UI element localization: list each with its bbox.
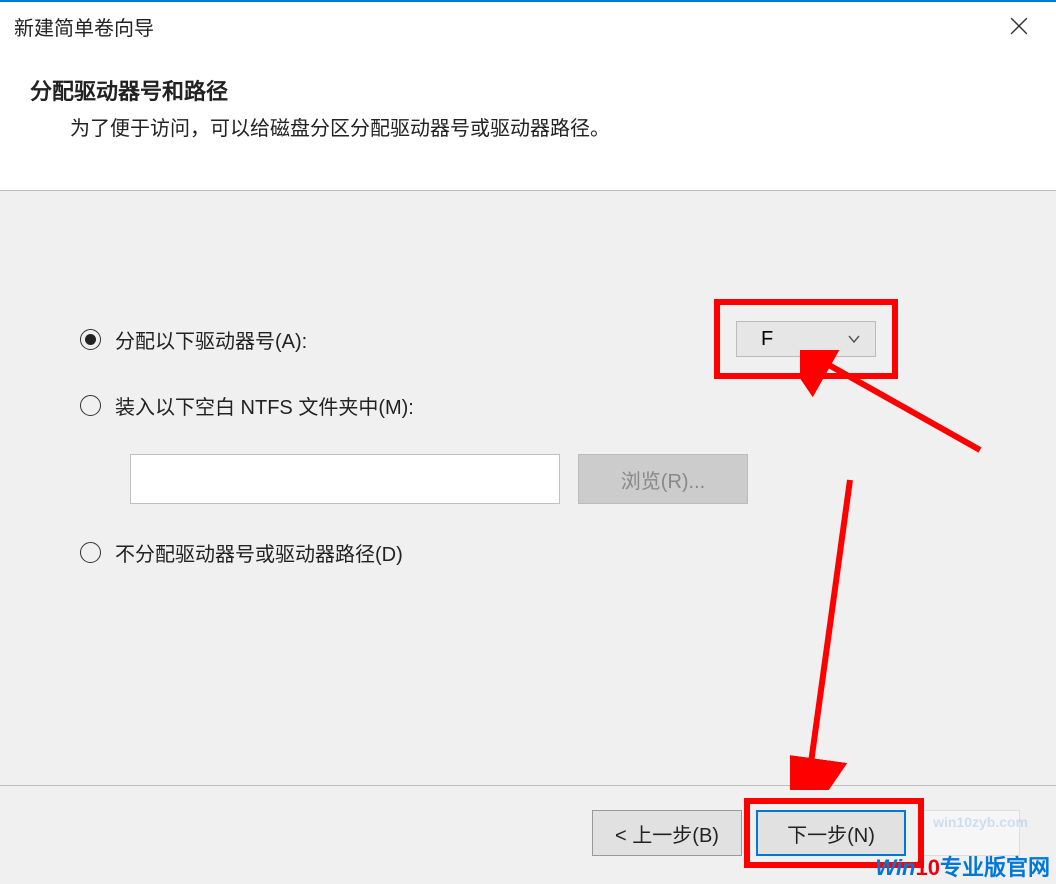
browse-button: 浏览(R)... bbox=[578, 454, 748, 504]
page-subtitle: 为了便于访问，可以给磁盘分区分配驱动器号或驱动器路径。 bbox=[70, 112, 1026, 141]
page-title: 分配驱动器号和路径 bbox=[30, 74, 1026, 106]
content-area: 分配以下驱动器号(A): F 装入以下空白 NTFS 文件夹中(M): 浏览(R… bbox=[0, 191, 1056, 786]
watermark-brand: Win10专业版官网 bbox=[875, 850, 1050, 882]
option-assign-row: 分配以下驱动器号(A): F bbox=[80, 321, 976, 357]
window-title: 新建简单卷向导 bbox=[14, 12, 154, 41]
radio-mount-folder[interactable] bbox=[80, 395, 101, 416]
folder-path-input bbox=[130, 454, 560, 504]
close-button[interactable] bbox=[996, 10, 1042, 42]
back-button[interactable]: < 上一步(B) bbox=[592, 810, 742, 856]
drive-letter-select-wrap: F bbox=[736, 321, 876, 357]
mount-folder-controls: 浏览(R)... bbox=[130, 454, 976, 504]
wizard-header: 分配驱动器号和路径 为了便于访问，可以给磁盘分区分配驱动器号或驱动器路径。 bbox=[0, 60, 1056, 171]
option-mount-row: 装入以下空白 NTFS 文件夹中(M): bbox=[80, 391, 976, 420]
option-none-row: 不分配驱动器号或驱动器路径(D) bbox=[80, 538, 976, 567]
close-icon bbox=[1010, 17, 1028, 35]
drive-letter-select[interactable]: F bbox=[736, 321, 876, 357]
chevron-down-icon bbox=[847, 332, 861, 346]
titlebar: 新建简单卷向导 bbox=[0, 2, 1056, 50]
watermark-suffix: 专业版官网 bbox=[940, 855, 1050, 880]
radio-assign-label: 分配以下驱动器号(A): bbox=[115, 325, 307, 354]
watermark-digits: 10 bbox=[916, 855, 940, 880]
watermark-prefix: Win bbox=[875, 855, 915, 880]
drive-letter-value: F bbox=[761, 328, 773, 351]
radio-assign-letter[interactable] bbox=[80, 329, 101, 350]
radio-mount-label: 装入以下空白 NTFS 文件夹中(M): bbox=[115, 391, 414, 420]
radio-no-letter[interactable] bbox=[80, 542, 101, 563]
radio-none-label: 不分配驱动器号或驱动器路径(D) bbox=[115, 538, 403, 567]
watermark-url: win10zyb.com bbox=[933, 814, 1028, 830]
